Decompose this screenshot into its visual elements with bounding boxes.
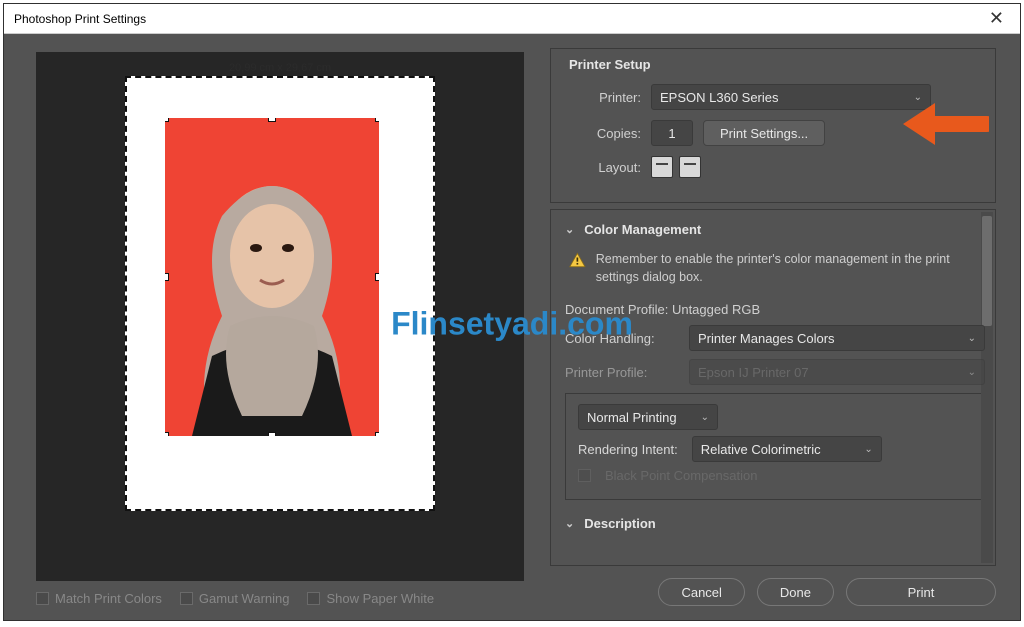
portrait-placeholder: [182, 156, 362, 436]
window-title: Photoshop Print Settings: [14, 12, 146, 26]
rendering-intent-select[interactable]: Relative Colorimetric⌄: [692, 436, 882, 462]
chevron-down-icon: ⌄: [565, 223, 574, 236]
paper-preview[interactable]: [125, 76, 435, 511]
chevron-down-icon: ⌄: [565, 517, 574, 530]
printer-label: Printer:: [565, 90, 641, 105]
resize-handle[interactable]: [165, 118, 169, 122]
titlebar: Photoshop Print Settings ✕: [4, 4, 1020, 34]
copies-label: Copies:: [565, 126, 641, 141]
rendering-intent-label: Rendering Intent:: [578, 442, 678, 457]
resize-handle[interactable]: [268, 432, 276, 436]
printing-mode-select[interactable]: Normal Printing⌄: [578, 404, 718, 430]
match-colors-checkbox[interactable]: Match Print Colors: [36, 591, 162, 606]
warning-text: Remember to enable the printer's color m…: [596, 251, 985, 286]
printer-profile-label: Printer Profile:: [565, 365, 677, 380]
cancel-button[interactable]: Cancel: [658, 578, 744, 606]
scrollbar-thumb[interactable]: [982, 216, 992, 326]
print-button[interactable]: Print: [846, 578, 996, 606]
document-profile: Document Profile: Untagged RGB: [565, 302, 985, 317]
show-paper-white-checkbox[interactable]: Show Paper White: [307, 591, 434, 606]
resize-handle[interactable]: [375, 432, 379, 436]
close-icon[interactable]: ✕: [983, 8, 1010, 29]
black-point-checkbox: Black Point Compensation: [578, 468, 972, 483]
resize-handle[interactable]: [375, 118, 379, 122]
print-preview: 20,99 cm x 29,67 cm: [36, 52, 524, 581]
color-handling-label: Color Handling:: [565, 331, 677, 346]
gamut-warning-checkbox[interactable]: Gamut Warning: [180, 591, 290, 606]
options-panel: ⌄ Color Management Remember to enable th…: [550, 209, 996, 566]
description-header[interactable]: ⌄ Description: [565, 516, 985, 531]
resize-handle[interactable]: [165, 273, 169, 281]
printer-select[interactable]: EPSON L360 Series⌄: [651, 84, 931, 110]
resize-handle[interactable]: [268, 118, 276, 122]
chevron-down-icon: ⌄: [701, 412, 709, 423]
resize-handle[interactable]: [375, 273, 379, 281]
warning-icon: [569, 251, 586, 269]
image-preview[interactable]: [165, 118, 379, 436]
done-button[interactable]: Done: [757, 578, 834, 606]
chevron-down-icon: ⌄: [968, 333, 976, 344]
chevron-down-icon: ⌄: [968, 367, 976, 378]
layout-landscape-icon[interactable]: [679, 156, 701, 178]
color-management-header[interactable]: ⌄ Color Management: [565, 222, 985, 237]
rendering-box: Normal Printing⌄ Rendering Intent: Relat…: [565, 393, 985, 500]
printer-setup-title: Printer Setup: [569, 57, 981, 72]
print-settings-window: Photoshop Print Settings ✕ 20,99 cm x 29…: [3, 3, 1021, 621]
dialog-buttons: Cancel Done Print: [550, 578, 996, 606]
scrollbar[interactable]: [981, 212, 993, 563]
copies-input[interactable]: 1: [651, 120, 693, 146]
chevron-down-icon: ⌄: [864, 444, 872, 455]
color-handling-select[interactable]: Printer Manages Colors⌄: [689, 325, 985, 351]
annotation-arrow-icon: [899, 99, 989, 149]
preview-options: Match Print Colors Gamut Warning Show Pa…: [36, 591, 524, 606]
print-settings-button[interactable]: Print Settings...: [703, 120, 825, 146]
layout-label: Layout:: [565, 160, 641, 175]
layout-portrait-icon[interactable]: [651, 156, 673, 178]
printer-profile-select: Epson IJ Printer 07⌄: [689, 359, 985, 385]
resize-handle[interactable]: [165, 432, 169, 436]
dimensions-label: 20,99 cm x 29,67 cm: [229, 62, 331, 74]
printer-setup-section: Printer Setup Printer: EPSON L360 Series…: [550, 48, 996, 203]
